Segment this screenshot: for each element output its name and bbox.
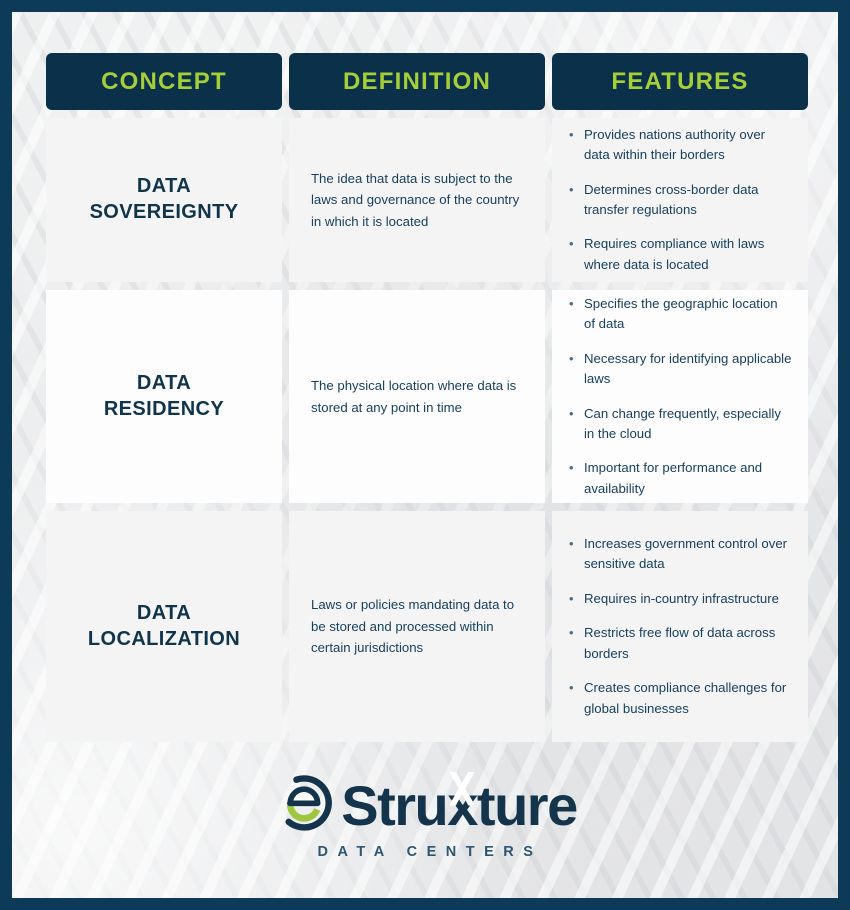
logo-wordmark-part2: ture [476,773,578,837]
bullet-icon: • [569,625,574,641]
logo-tagline: DATA CENTERS [317,844,543,860]
list-item: • Specifies the geographic location of d… [566,294,792,335]
feature-text: Important for performance and availabili… [584,460,763,496]
comparison-table: CONCEPT DEFINITION FEATURES DATA SOVEREI… [46,53,808,742]
concept-title: DATA SOVEREIGNTY [90,174,239,225]
bullet-icon: • [569,460,574,476]
estruxture-e-mark-icon [273,772,335,839]
infographic-canvas: CONCEPT DEFINITION FEATURES DATA SOVEREI… [12,12,838,898]
list-item: • Provides nations authority over data w… [566,125,792,166]
feature-list: • Specifies the geographic location of d… [566,294,792,500]
definition-text: The idea that data is subject to the law… [311,170,520,229]
feature-text: Creates compliance challenges for global… [584,680,787,716]
page-frame: CONCEPT DEFINITION FEATURES DATA SOVEREI… [0,0,850,910]
list-item: • Determines cross-border data transfer … [566,180,792,221]
feature-text: Necessary for identifying applicable law… [584,350,792,387]
bullet-icon: • [569,535,574,551]
bullet-icon: • [569,350,574,366]
concept-title: DATA RESIDENCY [104,371,224,422]
logo-wordmark: Stru x ture [341,773,578,837]
feature-list: • Provides nations authority over data w… [566,125,792,276]
logo-row: Stru x ture [273,772,578,839]
logo-wordmark-part1: Stru [341,773,449,837]
list-item: • Restricts free flow of data across bor… [566,623,792,664]
feature-text: Increases government control over sensit… [584,535,788,572]
list-item: • Requires in-country infrastructure [566,589,792,609]
list-item: • Necessary for identifying applicable l… [566,349,792,390]
bullet-icon: • [569,590,574,606]
concept-title-line: LOCALIZATION [87,627,241,650]
table-row: Laws or policies mandating data to be st… [289,511,545,742]
column-header-concept: CONCEPT [46,53,282,110]
table-row: The physical location where data is stor… [289,290,545,503]
brand-logo: Stru x ture DATA CENTERS [12,772,838,860]
list-item: • Important for performance and availabi… [566,458,792,499]
table-row: • Specifies the geographic location of d… [552,290,808,503]
bullet-icon: • [569,236,574,252]
logo-wordmark-x: x [447,773,478,837]
concept-title-line: DATA [136,601,192,624]
concept-title: DATA LOCALIZATION [88,601,240,652]
column-header-definition: DEFINITION [289,53,545,110]
bullet-icon: • [569,181,574,197]
list-item: • Requires compliance with laws where da… [566,234,792,275]
list-item: • Can change frequently, especially in t… [566,404,792,445]
list-item: • Increases government control over sens… [566,534,792,575]
table-row: The idea that data is subject to the law… [289,118,545,282]
table-row: DATA RESIDENCY [46,290,282,503]
feature-text: Specifies the geographic location of dat… [584,295,778,332]
concept-title-line: SOVEREIGNTY [89,201,239,223]
bullet-icon: • [569,126,574,142]
table-row: • Provides nations authority over data w… [552,118,808,282]
column-header-label: DEFINITION [343,67,491,95]
concept-title-line: DATA [136,371,192,394]
definition-text: The physical location where data is stor… [311,378,517,415]
concept-title-line: DATA [136,175,192,198]
bullet-icon: • [569,680,574,696]
column-header-label: FEATURES [611,67,749,95]
feature-text: Determines cross-border data transfer re… [584,181,759,217]
feature-text: Provides nations authority over data wit… [584,126,766,163]
table-row: • Increases government control over sens… [552,511,808,742]
feature-text: Requires in-country infrastructure [584,590,779,606]
concept-title-line: RESIDENCY [103,397,225,420]
feature-text: Can change frequently, especially in the… [584,405,781,441]
column-header-features: FEATURES [552,53,808,110]
table-row: DATA SOVEREIGNTY [46,118,282,282]
definition-text: Laws or policies mandating data to be st… [311,597,515,656]
feature-text: Restricts free flow of data across borde… [584,625,776,661]
bullet-icon: • [569,405,574,421]
column-header-label: CONCEPT [101,67,227,95]
table-row: DATA LOCALIZATION [46,511,282,742]
feature-text: Requires compliance with laws where data… [584,236,765,272]
list-item: • Creates compliance challenges for glob… [566,678,792,719]
bullet-icon: • [569,295,574,311]
feature-list: • Increases government control over sens… [566,534,792,719]
